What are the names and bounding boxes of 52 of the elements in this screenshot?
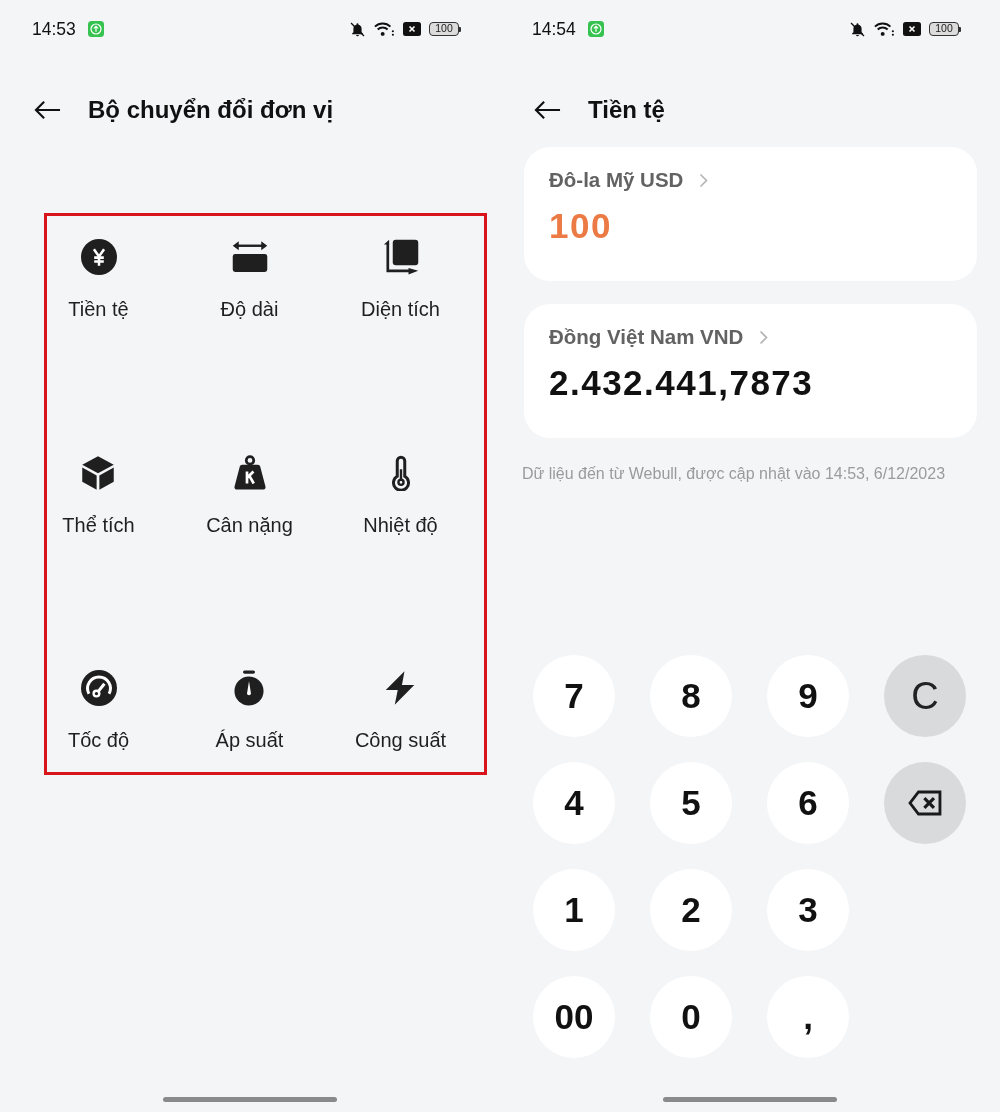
category-button[interactable]: Tốc độ <box>67 670 130 754</box>
bell-off-icon <box>350 21 365 37</box>
category-button[interactable]: Công suất <box>354 670 447 754</box>
wifi-icon <box>873 21 895 37</box>
yen-coin-icon <box>80 239 117 275</box>
double-arrow-bar-icon <box>231 239 268 275</box>
battery-indicator: 100 <box>429 22 461 36</box>
digit-key[interactable]: 5 <box>650 762 732 844</box>
currency-selector[interactable]: Đồng Việt Nam VND <box>549 325 769 349</box>
battery-indicator: 100 <box>929 22 961 36</box>
back-button[interactable] <box>34 100 61 120</box>
category-button[interactable]: Áp suất <box>215 670 284 754</box>
status-time: 14:53 <box>32 19 76 39</box>
chevron-right-icon <box>699 172 709 188</box>
upload-notification-icon <box>87 21 104 37</box>
digit-key[interactable]: 0 <box>650 976 732 1058</box>
category-button[interactable]: Độ dài <box>220 239 279 323</box>
backspace-icon <box>908 790 942 816</box>
digit-key[interactable]: 1 <box>533 869 615 951</box>
digit-key[interactable]: 9 <box>767 655 849 737</box>
digit-key[interactable]: , <box>767 976 849 1058</box>
back-arrow-icon <box>534 100 561 120</box>
digit-key[interactable]: 8 <box>650 655 732 737</box>
bell-off-icon <box>850 21 865 37</box>
chevron-right-icon <box>759 329 769 345</box>
category-button[interactable]: Thể tích <box>62 454 135 539</box>
category-button[interactable]: Diện tích <box>361 239 440 323</box>
category-button[interactable]: Tiền tệ <box>68 239 129 323</box>
screen-title: Bộ chuyển đổi đơn vị <box>88 95 334 125</box>
status-time: 14:54 <box>532 19 576 39</box>
x-mark-box-icon <box>903 22 921 36</box>
currency-selector[interactable]: Đô-la Mỹ USD <box>549 168 709 192</box>
cube-icon <box>80 454 117 491</box>
digit-key[interactable]: 00 <box>533 976 615 1058</box>
back-arrow-icon <box>34 100 61 120</box>
digit-key[interactable]: 7 <box>533 655 615 737</box>
digit-key[interactable]: 2 <box>650 869 732 951</box>
wifi-icon <box>373 21 395 37</box>
digit-key[interactable]: 4 <box>533 762 615 844</box>
upload-notification-icon <box>587 21 604 37</box>
clear-key[interactable]: C <box>884 655 966 737</box>
data-source-note: Dữ liệu đến từ Webull, được cập nhật vào 14:53, 6/12/2023 <box>522 464 947 484</box>
amount-value: 100 <box>549 207 613 245</box>
gauge-icon <box>80 670 117 706</box>
x-mark-box-icon <box>403 22 421 36</box>
digit-key[interactable]: 6 <box>767 762 849 844</box>
screen-title: Tiền tệ <box>588 95 665 125</box>
category-button[interactable]: Cân nặng <box>206 454 293 539</box>
category-button[interactable]: Nhiệt độ <box>363 454 438 539</box>
back-button[interactable] <box>534 100 561 120</box>
digit-key[interactable]: 3 <box>767 869 849 951</box>
amount-value: 2.432.441,7873 <box>549 364 815 402</box>
